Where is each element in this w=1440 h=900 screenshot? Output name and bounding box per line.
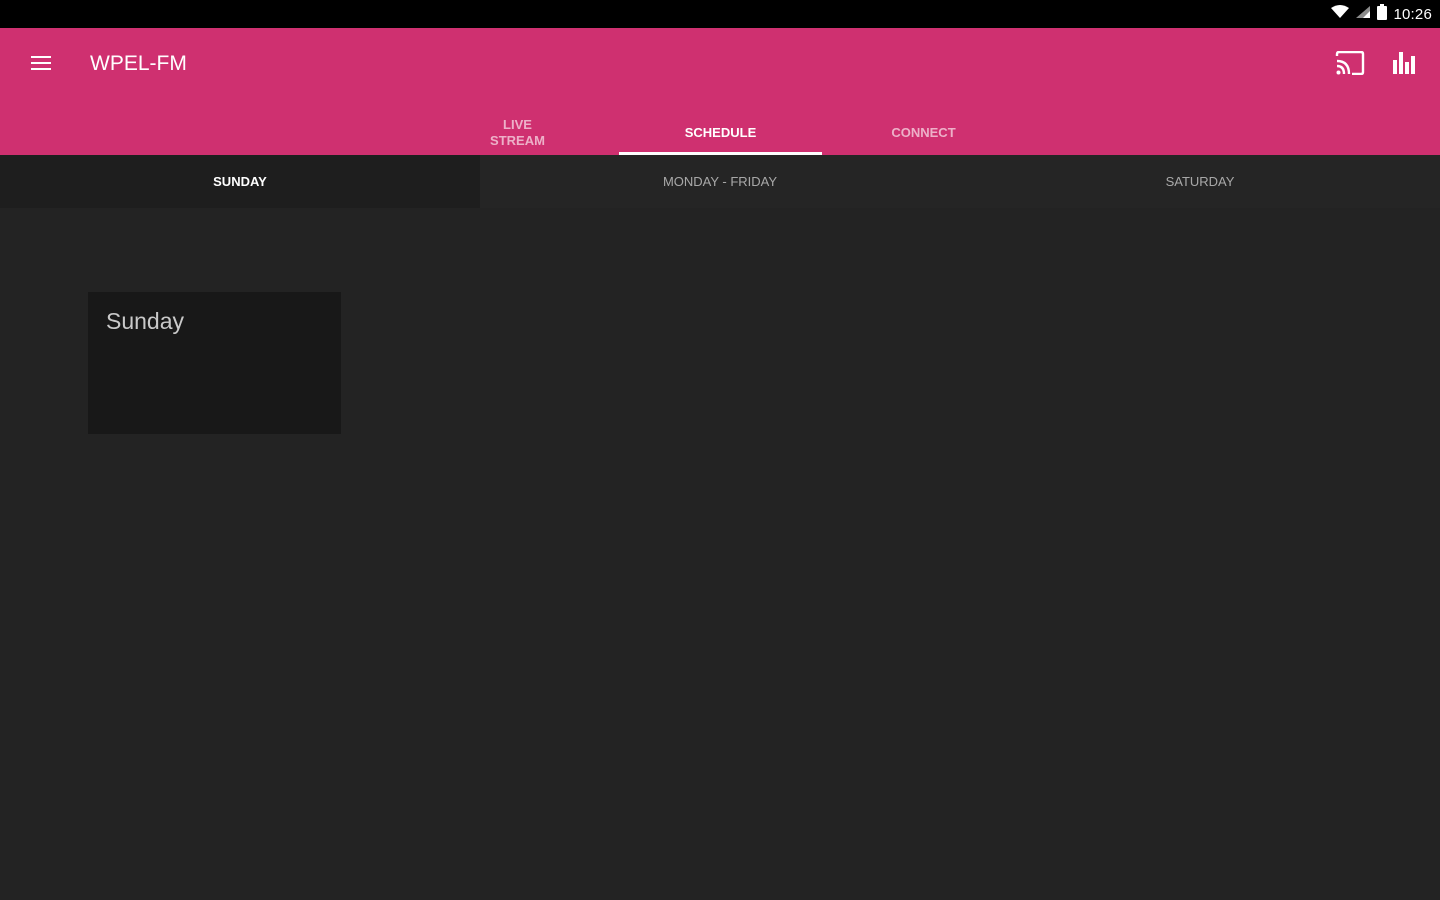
equalizer-icon [1391, 50, 1417, 81]
schedule-day-card-title: Sunday [106, 308, 185, 334]
signal-icon [1355, 5, 1371, 24]
tab-schedule[interactable]: SCHEDULE [619, 110, 822, 155]
schedule-day-card[interactable]: Sunday [88, 292, 341, 434]
day-tab-sunday[interactable]: SUNDAY [0, 155, 480, 208]
app-bar: WPEL-FM LIVE STREAM SCHEDULE CONNECT [0, 28, 1440, 155]
status-bar: 10:26 [0, 0, 1440, 28]
schedule-content: Sunday [0, 208, 1440, 900]
tab-connect-label: CONNECT [891, 124, 956, 140]
tab-schedule-label: SCHEDULE [684, 124, 757, 140]
tab-connect[interactable]: CONNECT [822, 110, 1025, 155]
main-tabs: LIVE STREAM SCHEDULE CONNECT [416, 110, 1025, 155]
tab-live-stream-label: LIVE STREAM [490, 116, 545, 148]
app-title: WPEL-FM [90, 52, 187, 75]
day-tabs: SUNDAY MONDAY - FRIDAY SATURDAY [0, 155, 1440, 208]
day-tab-monday-friday[interactable]: MONDAY - FRIDAY [480, 155, 960, 208]
day-tab-monday-friday-label: MONDAY - FRIDAY [662, 174, 778, 189]
equalizer-button[interactable] [1384, 45, 1424, 85]
status-icons: 10:26 [1331, 0, 1432, 28]
tab-live-stream[interactable]: LIVE STREAM [416, 110, 619, 155]
cast-button[interactable] [1330, 45, 1370, 85]
battery-icon [1377, 3, 1388, 25]
day-tab-saturday-label: SATURDAY [1165, 174, 1235, 189]
clock: 10:26 [1393, 5, 1432, 23]
day-tab-sunday-label: SUNDAY [213, 174, 267, 189]
cast-icon [1335, 50, 1365, 80]
hamburger-menu-icon [30, 54, 52, 77]
menu-button[interactable] [22, 48, 60, 82]
day-tab-saturday[interactable]: SATURDAY [960, 155, 1440, 208]
wifi-icon [1331, 4, 1350, 24]
